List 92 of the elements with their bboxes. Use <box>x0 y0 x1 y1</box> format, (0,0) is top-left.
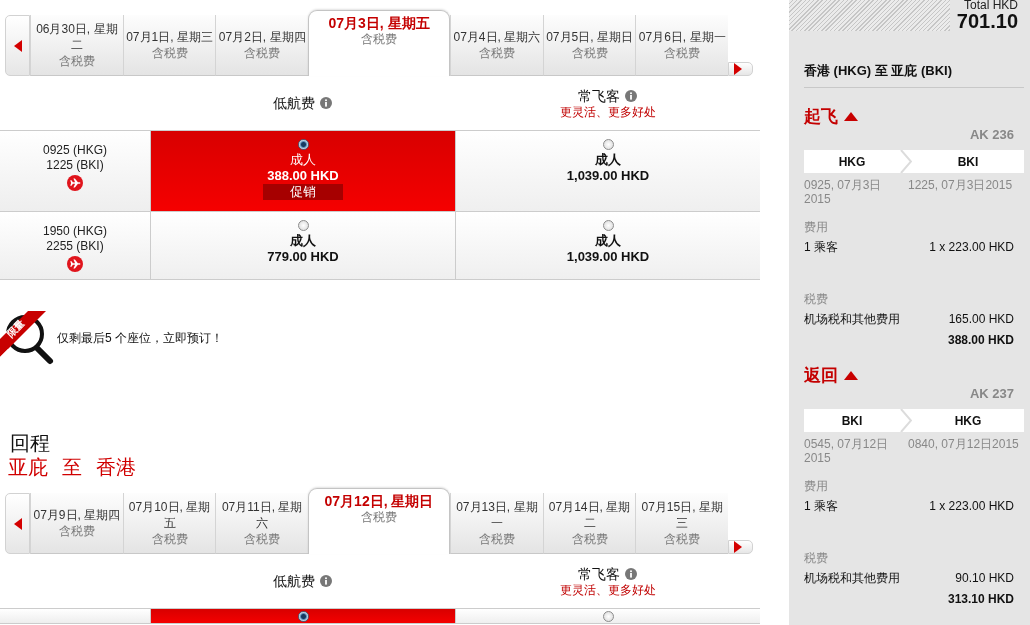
date-tab[interactable]: 07月11日, 星期六 含税费 <box>215 493 308 554</box>
date-tab[interactable]: 07月1日, 星期三 含税费 <box>122 15 216 76</box>
date-tab[interactable]: 07月5日, 星期日 含税费 <box>542 15 636 76</box>
caret-right-icon <box>734 63 743 75</box>
date-tab[interactable]: 07月3日, 星期五 含税费 <box>308 10 450 76</box>
passenger-count: 1 乘客 <box>804 240 838 254</box>
radio-button[interactable] <box>602 139 614 150</box>
passenger-type-label: 成人 <box>595 152 621 168</box>
leg-title: 起飞 <box>804 105 838 128</box>
fare-price: 1,039.00 HKD <box>566 168 650 184</box>
date-tab[interactable]: 07月14日, 星期二 含税费 <box>542 493 636 554</box>
radio-button[interactable] <box>297 139 309 150</box>
date-tab[interactable]: 07月6日, 星期一 含税费 <box>635 15 729 76</box>
tax-description: 机场税和其他费用 <box>804 312 900 326</box>
date-tab[interactable]: 07月13日, 星期一 含税费 <box>450 493 543 554</box>
airport-code: HKG <box>838 154 866 169</box>
tax-label: 税费 <box>804 551 828 565</box>
caret-right-icon <box>734 541 743 553</box>
departure-time: 0925 (HKG) <box>43 143 107 158</box>
previous-dates-button[interactable] <box>5 15 30 76</box>
passenger-type-label: 成人 <box>290 152 316 168</box>
flight-number: AK 236 <box>969 128 1014 142</box>
fare-type-heading: 低航费 <box>273 572 315 590</box>
airport-code: BKI <box>957 154 979 169</box>
passenger-type-label: 成人 <box>595 233 621 249</box>
flight-number: AK 237 <box>969 387 1014 401</box>
total-amount: 701.10 <box>956 11 1018 31</box>
chevron-icon <box>900 409 912 432</box>
leg-subtotal: 313.10 HKD <box>947 592 1014 606</box>
ribbon-label: 限量 <box>5 317 27 340</box>
departure-time: 1950 (HKG) <box>43 224 107 239</box>
passenger-count: 1 乘客 <box>804 499 838 513</box>
arrival-time: 1225 (BKI) <box>46 158 104 173</box>
departure-datetime: 0925, 07月3日2015 <box>804 178 883 206</box>
date-tab[interactable]: 07月2日, 星期四 含税费 <box>215 15 308 76</box>
route-connector: 至 <box>62 455 82 479</box>
date-tab[interactable]: 07月15日, 星期三 含税费 <box>635 493 729 554</box>
fare-type-heading: 常飞客 <box>578 564 620 583</box>
airplane-icon[interactable] <box>67 175 83 191</box>
arrival-datetime: 1225, 07月3日2015 <box>908 178 1014 194</box>
fare-type-heading: 低航费 <box>273 94 315 112</box>
radio-button[interactable] <box>602 220 614 231</box>
airplane-icon[interactable] <box>67 256 83 272</box>
info-icon[interactable] <box>625 567 637 580</box>
radio-button[interactable] <box>297 220 309 231</box>
next-dates-button[interactable] <box>728 540 754 554</box>
seat-notice-text: 仅剩最后5 个座位，立即预订！ <box>57 330 223 347</box>
destination-city: 香港 <box>96 455 136 479</box>
tax-description: 机场税和其他费用 <box>804 571 900 585</box>
tax-amount: 165.00 HKD <box>948 312 1014 326</box>
fare-price: 779.00 HKD <box>267 249 339 265</box>
date-tab[interactable]: 07月9日, 星期四 含税费 <box>30 493 123 554</box>
fare-price: 388.00 HKD <box>267 168 339 184</box>
fare-type-subtitle: 更灵活、更多好处 <box>559 582 656 598</box>
arrival-datetime: 0840, 07月12日2015 <box>908 437 1020 453</box>
route-title: 香港 (HKG) 至 亚庇 (BKI) <box>804 63 953 78</box>
date-tab[interactable]: 07月4日, 星期六 含税费 <box>450 15 543 76</box>
date-tab[interactable]: 06月30日, 星期二 含税费 <box>30 15 123 76</box>
departure-datetime: 0545, 07月12日2015 <box>804 437 890 465</box>
passenger-type-label: 成人 <box>290 233 316 249</box>
info-icon[interactable] <box>320 97 332 109</box>
date-tab[interactable]: 07月12日, 星期日 含税费 <box>308 488 450 554</box>
tax-amount: 90.10 HKD <box>955 571 1014 585</box>
radio-button[interactable] <box>602 611 614 622</box>
chevron-icon <box>900 150 912 173</box>
section-title: 回程 <box>10 431 50 455</box>
origin-city: 亚庇 <box>8 455 48 479</box>
info-icon[interactable] <box>625 89 637 102</box>
promo-badge: 促销 <box>263 184 343 200</box>
fare-type-subtitle: 更灵活、更多好处 <box>559 104 656 120</box>
info-icon[interactable] <box>320 575 332 587</box>
fare-amount: 1 x 223.00 HKD <box>929 240 1014 254</box>
next-dates-button[interactable] <box>728 62 754 76</box>
previous-dates-button[interactable] <box>5 493 30 554</box>
triangle-icon[interactable] <box>844 111 858 121</box>
fare-amount: 1 x 223.00 HKD <box>929 499 1014 513</box>
caret-left-icon <box>13 517 22 530</box>
airport-code: HKG <box>954 413 982 428</box>
triangle-icon[interactable] <box>844 370 858 380</box>
fare-price: 1,039.00 HKD <box>566 249 650 265</box>
leg-title: 返回 <box>804 364 838 387</box>
airport-code: BKI <box>841 413 863 428</box>
fare-type-heading: 常飞客 <box>578 86 620 105</box>
radio-button[interactable] <box>297 611 309 622</box>
fare-label: 费用 <box>804 479 828 493</box>
fare-label: 费用 <box>804 220 828 234</box>
caret-left-icon <box>13 39 22 52</box>
total-label: Total HKD <box>963 0 1018 11</box>
arrival-time: 2255 (BKI) <box>46 239 104 254</box>
tax-label: 税费 <box>804 292 828 306</box>
date-tab[interactable]: 07月10日, 星期五 含税费 <box>122 493 216 554</box>
leg-subtotal: 388.00 HKD <box>947 333 1014 347</box>
